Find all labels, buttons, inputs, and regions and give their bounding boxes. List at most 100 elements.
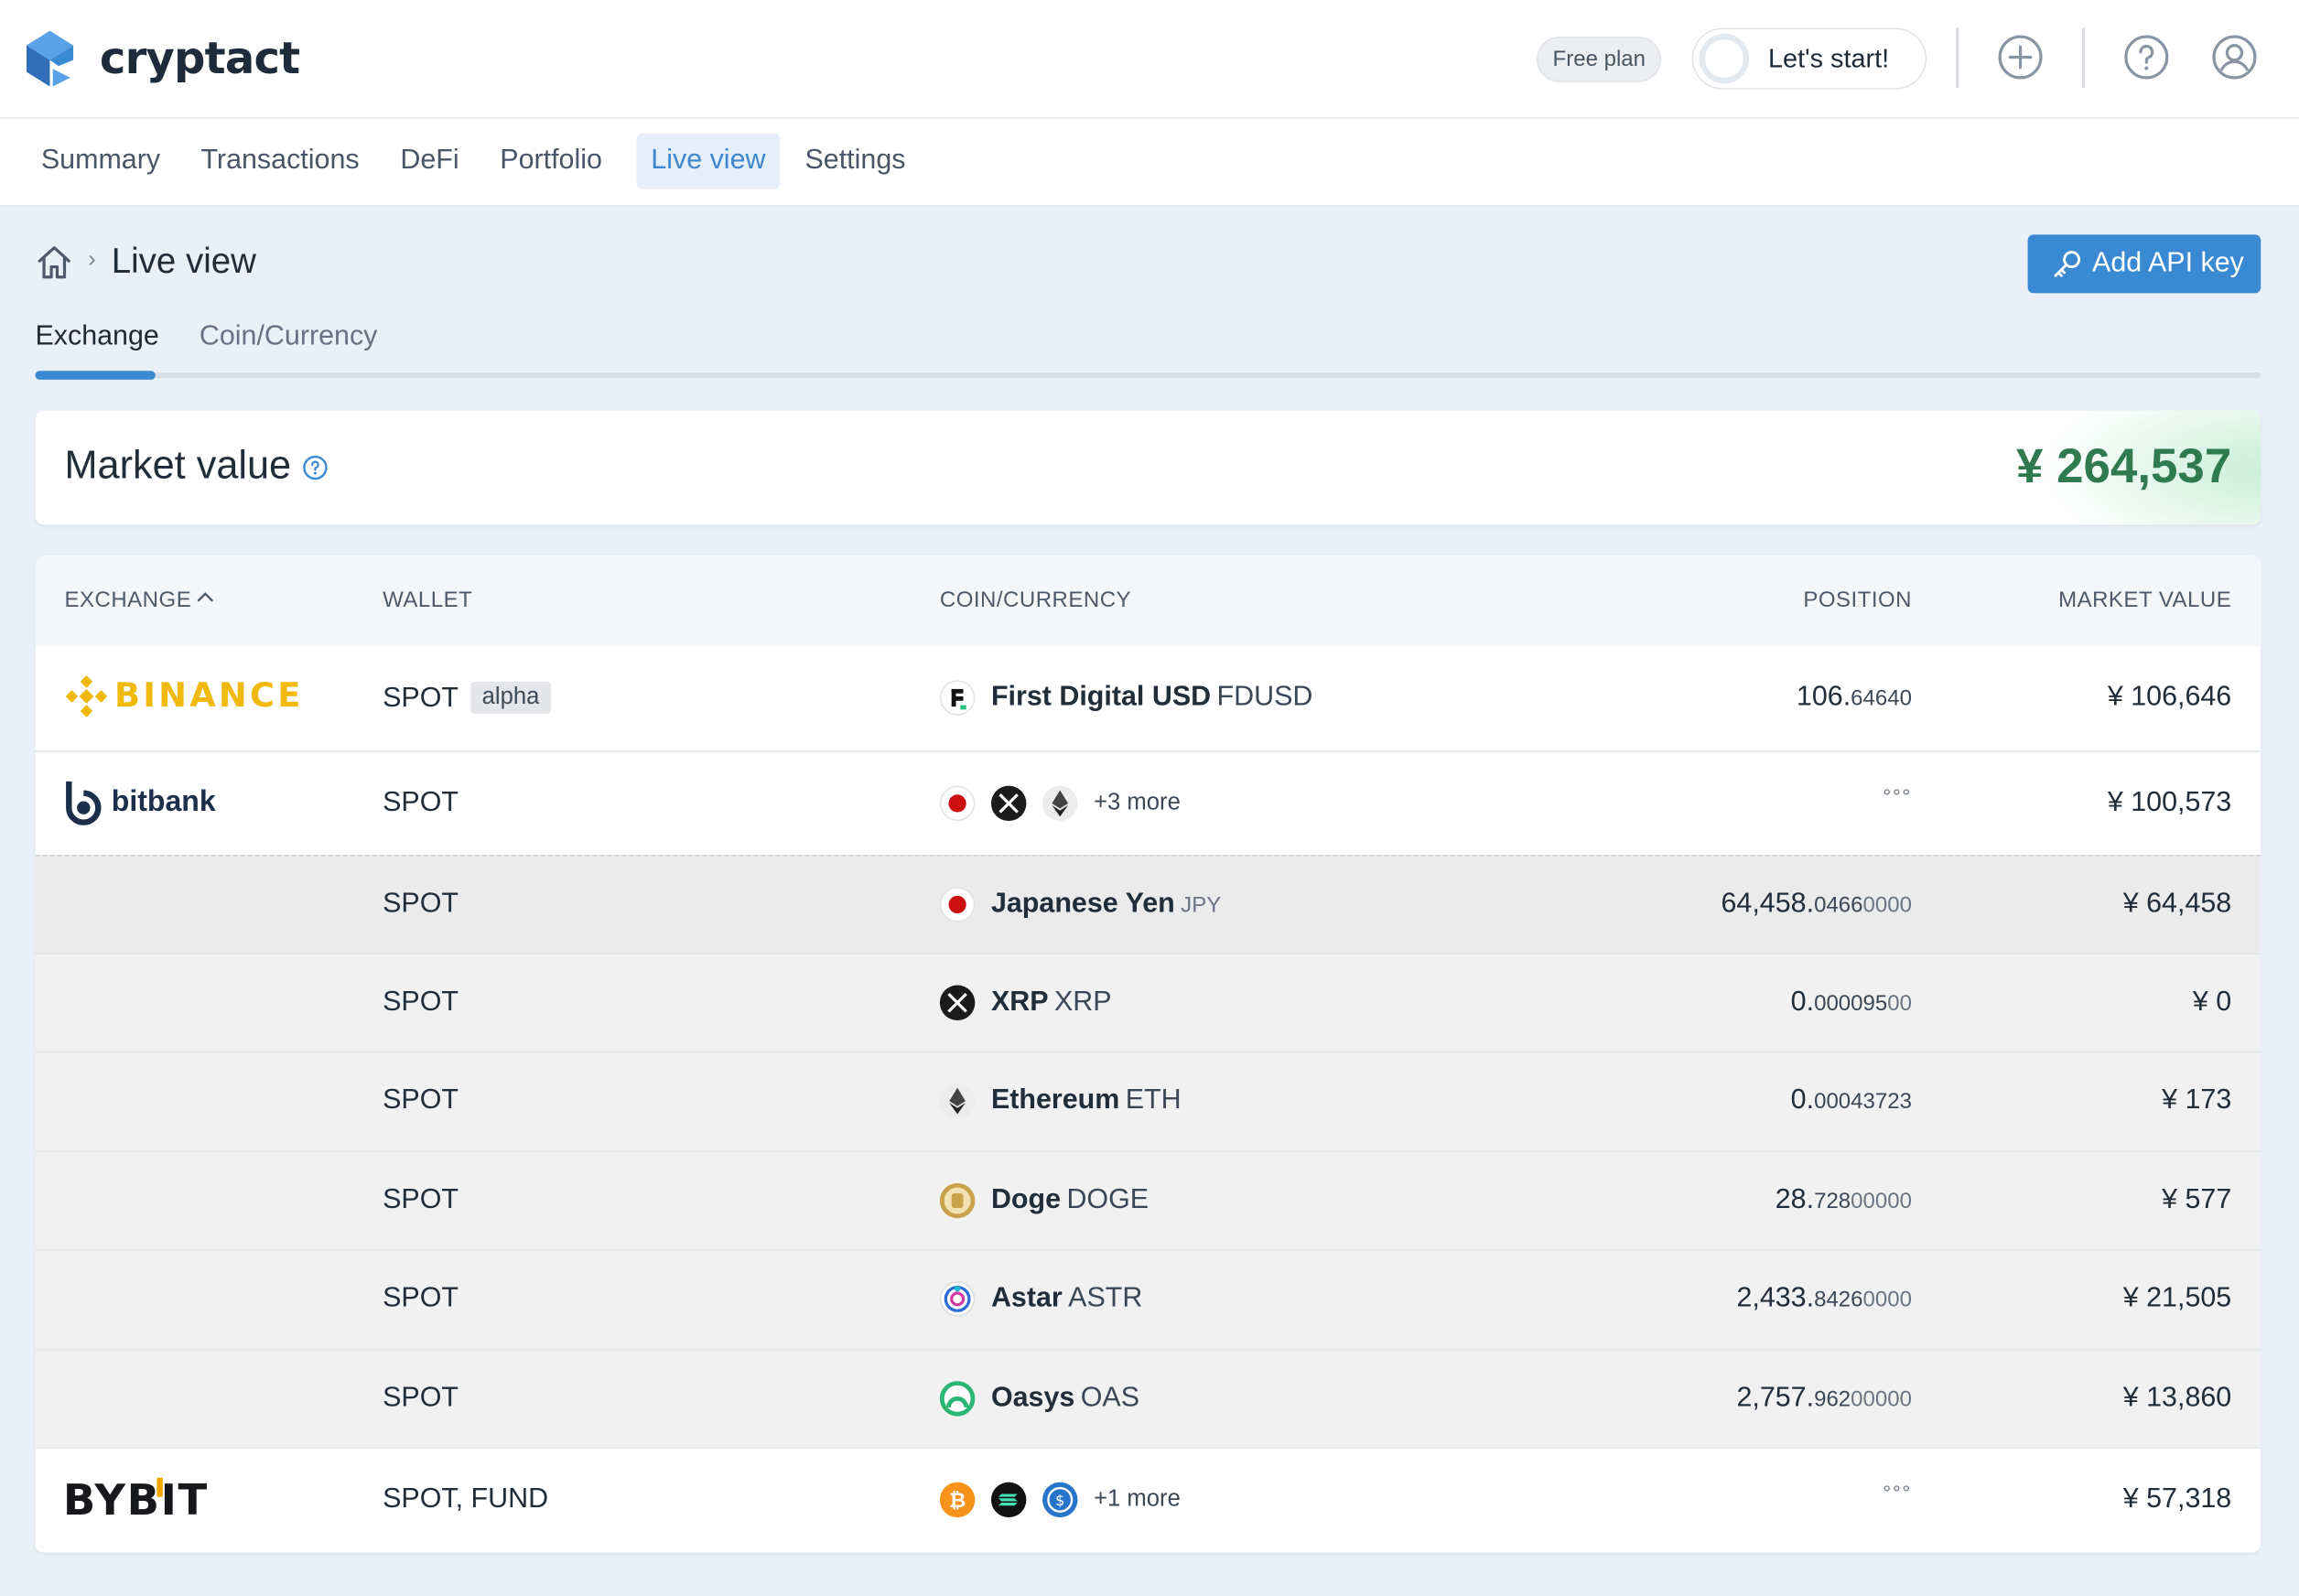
tab-coin-currency[interactable]: Coin/Currency: [200, 321, 378, 353]
market-value-cell: ¥ 57,318: [2122, 1483, 2232, 1515]
position-faint: 0000: [1862, 1287, 1913, 1312]
add-api-key-button[interactable]: Add API key: [2027, 234, 2261, 294]
user-circle-icon[interactable]: [2211, 34, 2258, 81]
table-row[interactable]: SPOT Doge DOGE 28.72800000 ¥ 577: [35, 1150, 2261, 1249]
bybit-accent-mark: [157, 1477, 163, 1497]
position-placeholder: °°°: [1883, 1481, 1913, 1504]
breadcrumb-separator: ›: [88, 247, 96, 273]
nav-defi[interactable]: DeFi: [385, 134, 473, 189]
coin-name: XRP: [990, 987, 1049, 1018]
header-exchange-label: EXCHANGE: [64, 588, 192, 613]
position-cell: 2,433.84260000: [1736, 1283, 1912, 1315]
market-value-cell: ¥ 21,505: [2122, 1282, 2232, 1314]
position-cell: 2,757.96200000: [1736, 1383, 1912, 1415]
wallet-label: SPOT: [383, 1382, 459, 1414]
coin-symbol: DOGE: [1066, 1184, 1150, 1216]
coin-cell: Doge DOGE: [939, 1182, 1150, 1219]
nav-live-view[interactable]: Live view: [636, 133, 781, 189]
question-icon[interactable]: [302, 455, 329, 481]
header-market-value: MARKET VALUE: [2058, 588, 2232, 613]
wallet-label: SPOT: [383, 1282, 459, 1314]
position-dec: 728: [1814, 1189, 1851, 1214]
table-row[interactable]: BYBIT SPOT, FUND ₿ $ +1 more °°° ¥ 57,31…: [35, 1447, 2261, 1552]
tab-active-indicator: [35, 371, 156, 380]
page-title: Live view: [111, 242, 256, 282]
coin-symbol: XRP: [1053, 987, 1112, 1018]
coin-symbol: ASTR: [1068, 1282, 1143, 1314]
position-dec: 962: [1814, 1386, 1851, 1412]
market-value-cell: ¥ 0: [2192, 987, 2232, 1018]
nav-transactions[interactable]: Transactions: [186, 134, 373, 189]
position-faint: 0000: [1862, 892, 1913, 918]
coin-name: Ethereum: [990, 1084, 1120, 1116]
binance-logo: BINANCE: [64, 674, 303, 718]
divider: [2081, 27, 2086, 89]
nav-portfolio[interactable]: Portfolio: [485, 134, 617, 189]
coin-symbol: OAS: [1080, 1382, 1140, 1414]
position-dec: 64640: [1851, 685, 1913, 711]
eth-icon: [939, 1083, 976, 1119]
nav-settings[interactable]: Settings: [790, 134, 920, 189]
table-row[interactable]: SPOT Astar ASTR 2,433.84260000 ¥ 21,505: [35, 1248, 2261, 1349]
position-cell: 106.64640: [1797, 682, 1912, 714]
position-cell: 64,458.04660000: [1721, 889, 1912, 921]
coin-cell: +3 more: [939, 785, 1181, 822]
progress-ring: [1699, 33, 1750, 84]
table-row[interactable]: SPOT Oasys OAS 2,757.96200000 ¥ 13,860: [35, 1348, 2261, 1448]
view-tabs: Exchange Coin/Currency: [35, 321, 2261, 380]
more-coins-label[interactable]: +3 more: [1094, 790, 1181, 816]
add-circle-icon[interactable]: [1997, 34, 2044, 81]
bitbank-logo: bitbank: [64, 779, 216, 825]
table-row[interactable]: bitbank SPOT +3 more °°° ¥ 100,573: [35, 750, 2261, 855]
wallet-label: SPOT: [383, 683, 459, 715]
position-int: 106.: [1796, 681, 1851, 713]
tab-exchange[interactable]: Exchange: [35, 321, 158, 353]
header-wallet: WALLET: [383, 588, 473, 613]
market-value-cell: ¥ 577: [2162, 1184, 2232, 1216]
coin-cell: Astar ASTR: [939, 1281, 1143, 1317]
coin-cell: Ethereum ETH: [939, 1083, 1182, 1119]
lets-start-button[interactable]: Let's start!: [1691, 27, 1927, 90]
wallet-label: SPOT: [383, 987, 459, 1018]
position-faint: 00000: [1851, 1386, 1913, 1412]
position-cell: 0.00009500: [1791, 987, 1912, 1019]
position-cell: 0.00043723: [1791, 1084, 1912, 1116]
usdc-icon: $: [1042, 1482, 1078, 1518]
position-int: 2,757.: [1736, 1382, 1815, 1414]
wallet-label: SPOT: [383, 1084, 459, 1116]
position-int: 2,433.: [1736, 1282, 1815, 1314]
top-bar: cryptact Free plan Let's start!: [0, 0, 2299, 119]
position-faint: 00: [1887, 990, 1913, 1017]
position-int: 64,458.: [1721, 888, 1815, 920]
table-row[interactable]: SPOT XRP XRP 0.00009500 ¥ 0: [35, 953, 2261, 1051]
coin-cell: First Digital USD FDUSD: [939, 680, 1312, 716]
jpy-icon: [939, 785, 976, 822]
header-exchange[interactable]: EXCHANGE: [64, 588, 214, 613]
position-dec: 0466: [1814, 892, 1863, 918]
key-icon: [2054, 251, 2081, 277]
brand-logo[interactable]: cryptact: [26, 27, 300, 89]
xrp-icon: [939, 985, 976, 1020]
position-int: 28.: [1775, 1184, 1815, 1216]
table-row[interactable]: SPOT Ethereum ETH 0.00043723 ¥ 173: [35, 1051, 2261, 1151]
position-placeholder: °°°: [1883, 784, 1913, 808]
svg-text:$: $: [1055, 1492, 1064, 1509]
table-row[interactable]: SPOT Japanese Yen JPY 64,458.04660000 ¥ 6…: [35, 854, 2261, 954]
wallet-label: SPOT: [383, 787, 459, 818]
main-nav: Summary Transactions DeFi Portfolio Live…: [0, 118, 2299, 207]
table-row[interactable]: BINANCE SPOT alpha First Digital USD FDUSD…: [35, 646, 2261, 750]
oasys-icon: [939, 1381, 976, 1417]
home-icon[interactable]: [35, 243, 73, 282]
position-dec: 000095: [1814, 990, 1888, 1017]
holdings-table: EXCHANGE WALLET COIN/CURRENCY POSITION M…: [35, 555, 2261, 1553]
doge-icon: [939, 1182, 976, 1219]
bybit-wordmark: BYBIT: [62, 1474, 209, 1526]
more-coins-label[interactable]: +1 more: [1094, 1486, 1181, 1513]
coin-name: Oasys: [990, 1382, 1075, 1414]
divider: [1956, 27, 1959, 89]
help-circle-icon[interactable]: [2123, 34, 2170, 81]
sol-icon: [990, 1482, 1027, 1518]
add-api-key-label: Add API key: [2092, 247, 2244, 279]
market-value-cell: ¥ 13,860: [2122, 1382, 2232, 1414]
nav-summary[interactable]: Summary: [27, 134, 175, 189]
